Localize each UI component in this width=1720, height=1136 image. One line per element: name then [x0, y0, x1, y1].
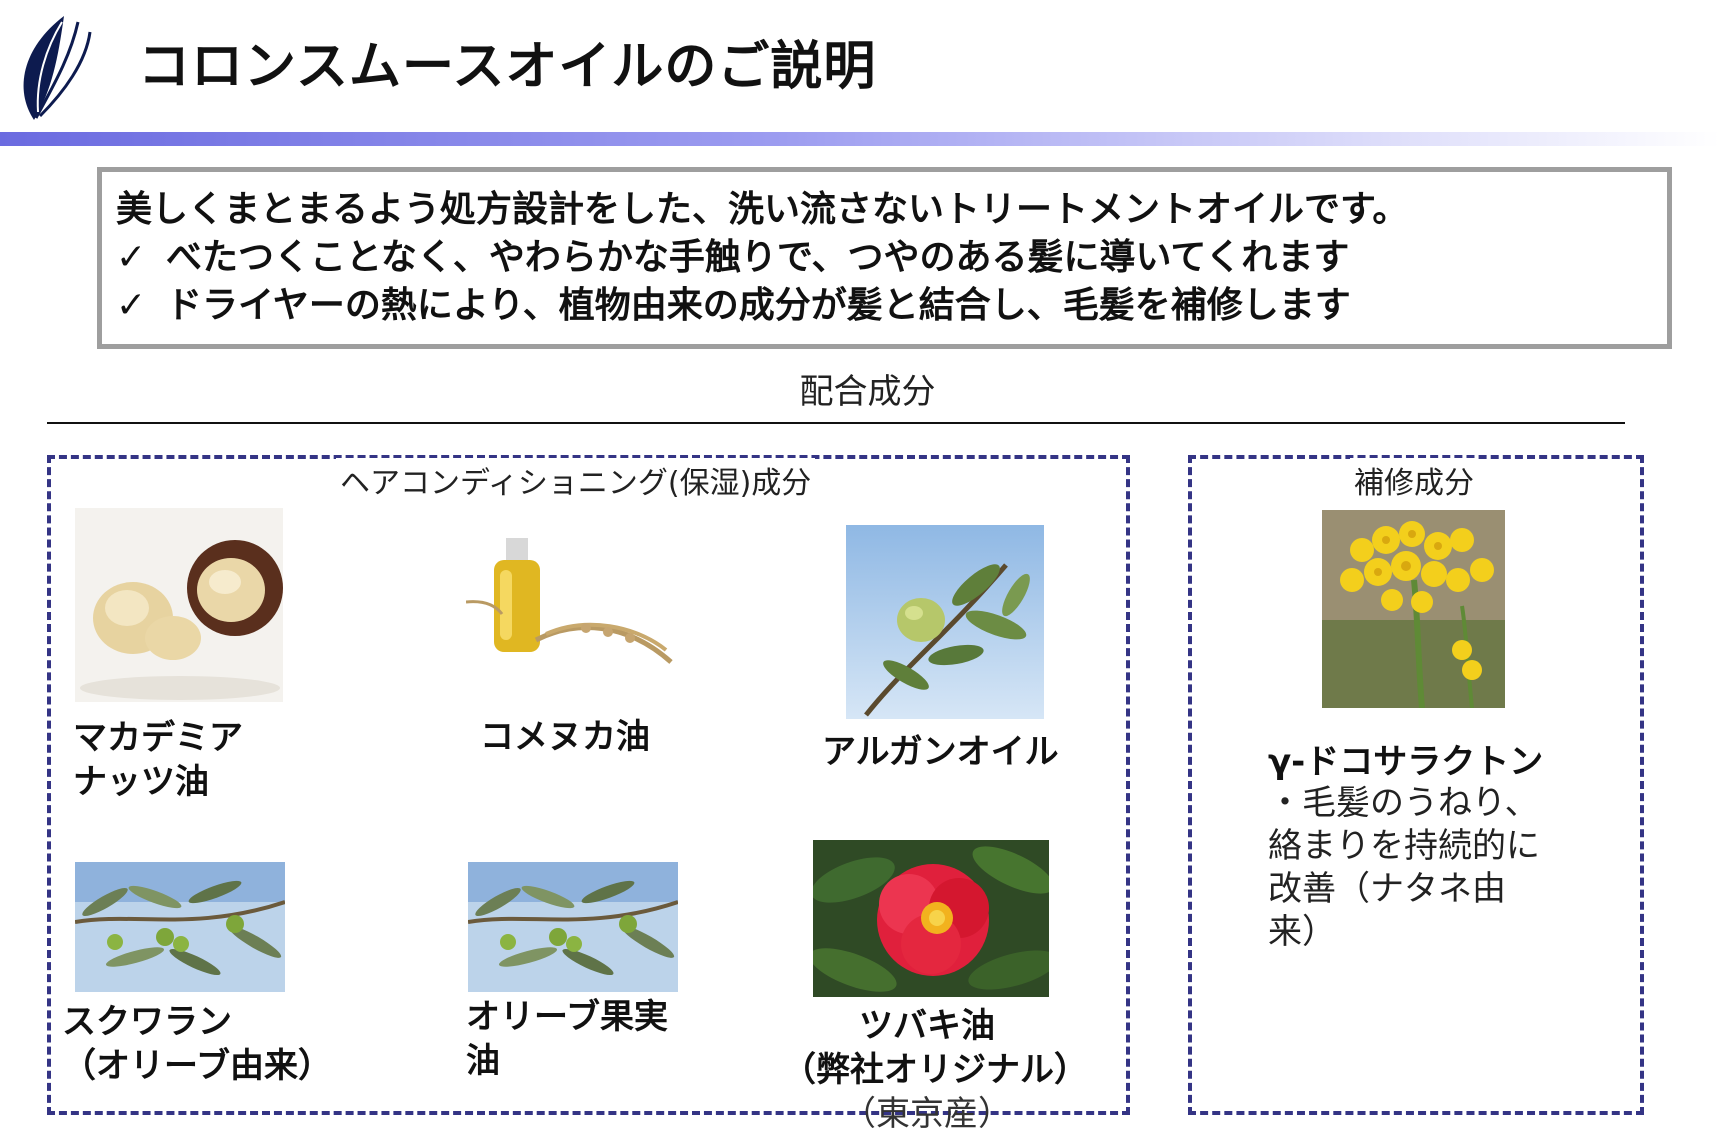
check-icon: ✓: [116, 237, 147, 278]
ingredient-label-olive-fruit: オリーブ果実 油: [466, 997, 668, 1081]
ingredient-label-squalane: スクワラン （オリーブ由来）: [62, 1002, 332, 1086]
olive-branch-photo: [468, 862, 678, 992]
leaf-logo-icon: [12, 8, 92, 128]
summary-point-text: べたつくことなく、やわらかな手触りで、つやのある髪に導いてくれます: [166, 237, 1350, 278]
section-divider: [47, 422, 1625, 424]
repair-ingredient-name: γ-ドコサラクトン: [1268, 742, 1544, 782]
ingredient-label-argan: アルガンオイル: [822, 732, 1059, 772]
repair-heading: 補修成分: [1350, 458, 1478, 502]
summary-point-2: ✓ ドライヤーの熱により、植物由来の成分が髪と結合し、毛髪を補修します: [116, 282, 1653, 330]
summary-box: 美しくまとまるよう処方設計をした、洗い流さないトリートメントオイルです。 ✓ べた…: [97, 167, 1672, 349]
macadamia-nut-photo: [75, 508, 283, 702]
ingredients-heading: 配合成分: [799, 372, 936, 412]
summary-point-text: ドライヤーの熱により、植物由来の成分が髪と結合し、毛髪を補修します: [166, 285, 1351, 326]
argan-tree-photo: [846, 525, 1044, 719]
page-title: コロンスムースオイルのご説明: [138, 37, 877, 97]
olive-branch-photo: [75, 862, 285, 992]
rice-bran-oil-photo: [466, 530, 680, 680]
summary-lead: 美しくまとまるよう処方設計をした、洗い流さないトリートメントオイルです。: [116, 189, 1409, 230]
header-gradient-band: [0, 132, 1720, 146]
rapeseed-flower-photo: [1322, 510, 1505, 708]
conditioning-heading: ヘアコンディショニング(保湿)成分: [336, 458, 816, 502]
check-icon: ✓: [116, 285, 147, 326]
camellia-flower-photo: [813, 840, 1049, 997]
repair-description: ・毛髪のうねり、 絡まりを持続的に 改善（ナタネ由 来）: [1268, 783, 1540, 952]
ingredient-label-camellia: ツバキ油 （弊社オリジナル） （東京産）: [782, 1006, 1088, 1134]
summary-point-1: ✓ べたつくことなく、やわらかな手触りで、つやのある髪に導いてくれます: [116, 234, 1653, 282]
ingredient-label-macadamia: マカデミア ナッツ油: [73, 718, 243, 802]
ingredient-label-rice-bran: コメヌカ油: [480, 717, 650, 757]
